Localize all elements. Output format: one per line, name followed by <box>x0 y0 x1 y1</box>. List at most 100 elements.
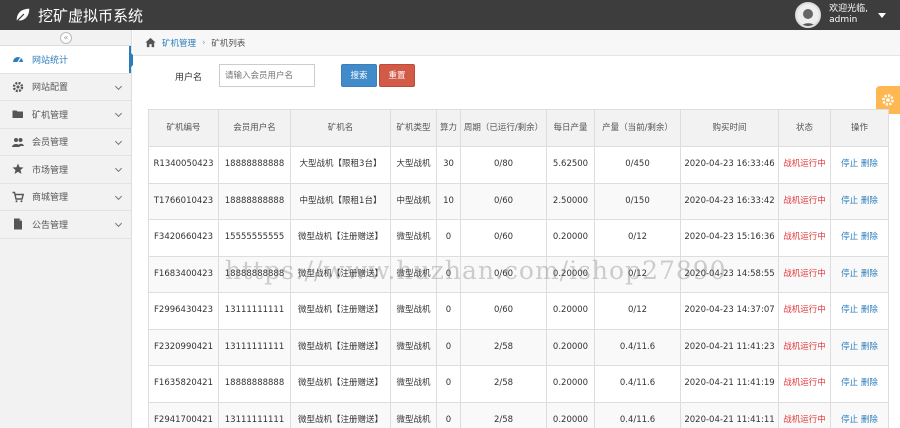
delete-link[interactable]: 删除 <box>861 232 878 242</box>
cell-id: F2941700421 <box>148 401 219 428</box>
sidebar-item-label: 公告管理 <box>32 220 69 231</box>
status-badge: 战机运行中 <box>778 365 831 403</box>
status-badge: 战机运行中 <box>778 401 831 428</box>
cell-daily: 5.62500 <box>546 146 595 184</box>
chevron-down-icon <box>114 192 123 200</box>
breadcrumb: 矿机管理 › 矿机列表 <box>133 30 900 56</box>
cell-time: 2020-04-23 15:16:36 <box>680 219 779 257</box>
cell-cycle: 0/60 <box>460 292 547 330</box>
delete-link[interactable]: 删除 <box>861 159 878 169</box>
dashboard-icon <box>13 57 23 63</box>
cell-type: 大型战机 <box>390 146 437 184</box>
col-header: 周期（已运行/剩余） <box>460 109 547 147</box>
table-row: R1340050423 18888888888 大型战机【限租3台】 大型战机 30 0/… <box>148 146 889 184</box>
status-badge: 战机运行中 <box>778 219 831 257</box>
status-badge: 战机运行中 <box>778 146 831 184</box>
breadcrumb-current: 矿机列表 <box>211 38 246 49</box>
cell-cycle: 0/60 <box>460 255 547 293</box>
home-icon[interactable] <box>145 37 156 48</box>
cell-daily: 0.20000 <box>546 365 595 403</box>
cell-actions: 停止 删除 <box>830 401 889 428</box>
stop-link[interactable]: 停止 <box>841 232 858 242</box>
sidebar-item-shop[interactable]: 商城管理 <box>0 184 131 211</box>
cell-type: 微型战机 <box>390 328 437 366</box>
cell-actions: 停止 删除 <box>830 328 889 366</box>
cell-actions: 停止 删除 <box>830 292 889 330</box>
cell-power: 30 <box>436 146 461 184</box>
main-content: 矿机管理 › 矿机列表 用户名 搜索 重置 矿机编号 会员用户名 矿机名 矿机类… <box>133 30 900 428</box>
col-header: 产量（当前/剩余） <box>594 109 681 147</box>
user-menu[interactable]: 欢迎光临, admin <box>795 0 886 30</box>
col-header: 矿机类型 <box>390 109 437 147</box>
users-icon <box>12 137 24 147</box>
cell-cycle: 0/60 <box>460 219 547 257</box>
delete-link[interactable]: 删除 <box>861 269 878 279</box>
cell-time: 2020-04-21 11:41:19 <box>680 365 779 403</box>
delete-link[interactable]: 删除 <box>861 415 878 425</box>
cell-daily: 0.20000 <box>546 255 595 293</box>
cell-daily: 2.50000 <box>546 182 595 220</box>
cell-actions: 停止 删除 <box>830 146 889 184</box>
col-header: 算力 <box>436 109 461 147</box>
chevron-down-icon <box>114 219 123 228</box>
sidebar: « 网站统计 网站配置 矿机管理 会员管理 市场管理 商城管理 公告管理 <box>0 30 138 428</box>
col-header: 每日产量 <box>546 109 595 147</box>
cell-id: T1766010423 <box>148 182 219 220</box>
brand[interactable]: 挖矿虚拟币系统 <box>14 5 143 26</box>
sidebar-item-config[interactable]: 网站配置 <box>0 74 131 101</box>
table-row: F3420660423 15555555555 微型战机【注册赠送】 微型战机 0 0/6… <box>148 219 889 257</box>
sidebar-item-stats[interactable]: 网站统计 <box>0 46 138 74</box>
stop-link[interactable]: 停止 <box>841 378 858 388</box>
cell-output: 0.4/11.6 <box>594 401 681 428</box>
cell-daily: 0.20000 <box>546 401 595 428</box>
delete-link[interactable]: 删除 <box>861 342 878 352</box>
delete-link[interactable]: 删除 <box>861 305 878 315</box>
cell-user: 18888888888 <box>218 146 291 184</box>
search-input[interactable] <box>219 64 315 87</box>
sidebar-collapse: « <box>0 30 131 46</box>
gear-icon <box>12 81 24 92</box>
stop-link[interactable]: 停止 <box>841 196 858 206</box>
breadcrumb-separator: › <box>202 37 206 48</box>
cell-output: 0/12 <box>594 292 681 330</box>
chevron-down-icon <box>114 137 123 145</box>
search-bar: 用户名 搜索 重置 <box>133 64 833 88</box>
stop-link[interactable]: 停止 <box>841 269 858 279</box>
sidebar-item-market[interactable]: 市场管理 <box>0 156 131 184</box>
search-label: 用户名 <box>175 73 203 83</box>
table-row: F2320990421 13111111111 微型战机【注册赠送】 微型战机 0 2/5… <box>148 328 889 366</box>
stop-link[interactable]: 停止 <box>841 305 858 315</box>
cell-cycle: 0/80 <box>460 146 547 184</box>
stop-link[interactable]: 停止 <box>841 159 858 169</box>
cell-id: F2996430423 <box>148 292 219 330</box>
cell-type: 中型战机 <box>390 182 437 220</box>
cell-actions: 停止 删除 <box>830 365 889 403</box>
search-button[interactable]: 搜索 <box>341 64 377 87</box>
stop-link[interactable]: 停止 <box>841 415 858 425</box>
gear-icon <box>882 94 894 106</box>
sidebar-item-notices[interactable]: 公告管理 <box>0 211 131 239</box>
delete-link[interactable]: 删除 <box>861 378 878 388</box>
cell-type: 微型战机 <box>390 365 437 403</box>
cell-cycle: 2/58 <box>460 401 547 428</box>
cell-name: 微型战机【注册赠送】 <box>290 255 391 293</box>
cell-name: 微型战机【注册赠送】 <box>290 365 391 403</box>
collapse-icon[interactable]: « <box>60 32 72 44</box>
cell-name: 大型战机【限租3台】 <box>290 146 391 184</box>
leaf-icon <box>16 8 30 22</box>
stop-link[interactable]: 停止 <box>841 342 858 352</box>
chevron-down-icon[interactable] <box>878 12 886 18</box>
cell-type: 微型战机 <box>390 219 437 257</box>
sidebar-item-members[interactable]: 会员管理 <box>0 129 131 156</box>
cell-power: 0 <box>436 328 461 366</box>
sidebar-item-label: 商城管理 <box>32 193 69 204</box>
avatar <box>795 2 822 28</box>
status-badge: 战机运行中 <box>778 182 831 220</box>
cell-output: 0/150 <box>594 182 681 220</box>
cell-power: 0 <box>436 365 461 403</box>
breadcrumb-parent[interactable]: 矿机管理 <box>162 37 196 49</box>
sidebar-item-miners[interactable]: 矿机管理 <box>0 101 131 129</box>
delete-link[interactable]: 删除 <box>861 196 878 206</box>
reset-button[interactable]: 重置 <box>379 64 415 87</box>
cell-user: 18888888888 <box>218 182 291 220</box>
